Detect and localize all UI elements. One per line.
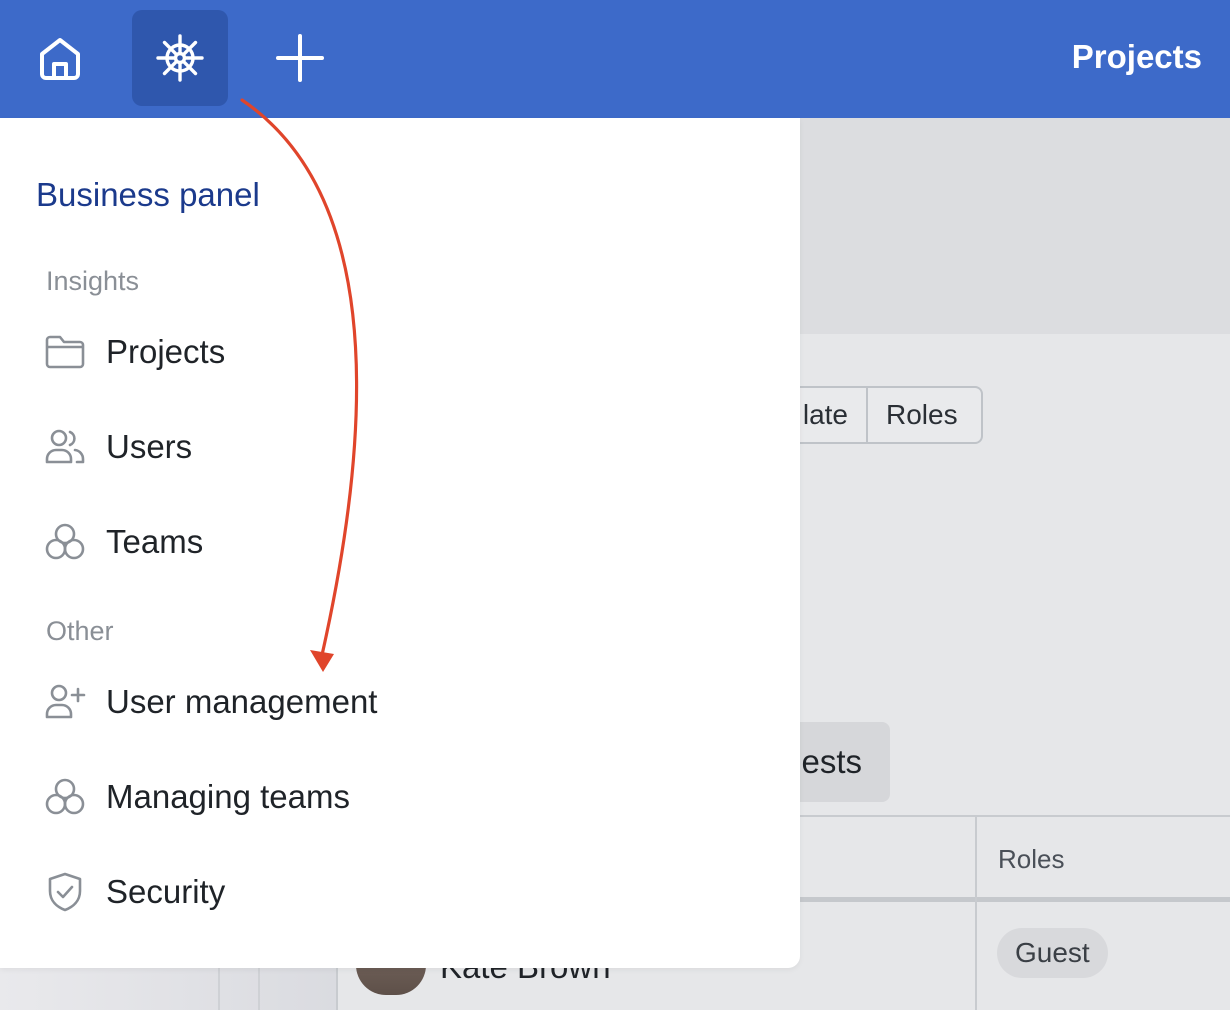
menu-item-users[interactable]: Users: [42, 417, 742, 477]
business-panel-dropdown: Business panel Insights Projects Users T…: [0, 118, 800, 968]
home-button[interactable]: [12, 10, 108, 106]
section-label-other: Other: [46, 616, 114, 646]
menu-item-teams[interactable]: Teams: [42, 512, 742, 572]
menu-item-label: User management: [106, 683, 378, 720]
shield-check-icon: [42, 869, 88, 915]
menu-item-label: Security: [106, 873, 226, 910]
menu-item-label: Projects: [106, 333, 226, 370]
divider: [218, 968, 220, 1010]
menu-item-label: Users: [106, 428, 193, 465]
table-column-divider: [975, 815, 977, 1010]
section-label-insights: Insights: [46, 266, 140, 296]
users-icon: [42, 424, 88, 470]
menu-item-label: Managing teams: [106, 778, 350, 815]
menu-item-label: Teams: [106, 523, 204, 560]
add-button[interactable]: [252, 10, 348, 106]
teams-icon: [42, 519, 88, 565]
panel-title: Business panel: [36, 176, 260, 213]
business-panel-button[interactable]: [132, 10, 228, 106]
home-icon: [40, 38, 80, 80]
table-header-roles: Roles: [998, 844, 1065, 874]
menu-item-managing-teams[interactable]: Managing teams: [42, 767, 742, 827]
plus-icon: [276, 34, 324, 82]
user-plus-icon: [42, 679, 88, 725]
folder-icon: [42, 329, 88, 375]
sidebar-background: [0, 968, 336, 1010]
top-navigation-bar: Projects: [0, 0, 1230, 118]
helm-icon: [156, 34, 204, 82]
teams-icon: [42, 774, 88, 820]
menu-item-user-management[interactable]: User management: [42, 672, 742, 732]
divider: [258, 968, 260, 1010]
page-title: Projects: [1071, 38, 1202, 75]
menu-item-projects[interactable]: Projects: [42, 322, 742, 382]
menu-item-security[interactable]: Security: [42, 862, 742, 922]
role-badge: Guest: [997, 928, 1108, 978]
segment-button-roles[interactable]: Roles: [866, 386, 983, 444]
